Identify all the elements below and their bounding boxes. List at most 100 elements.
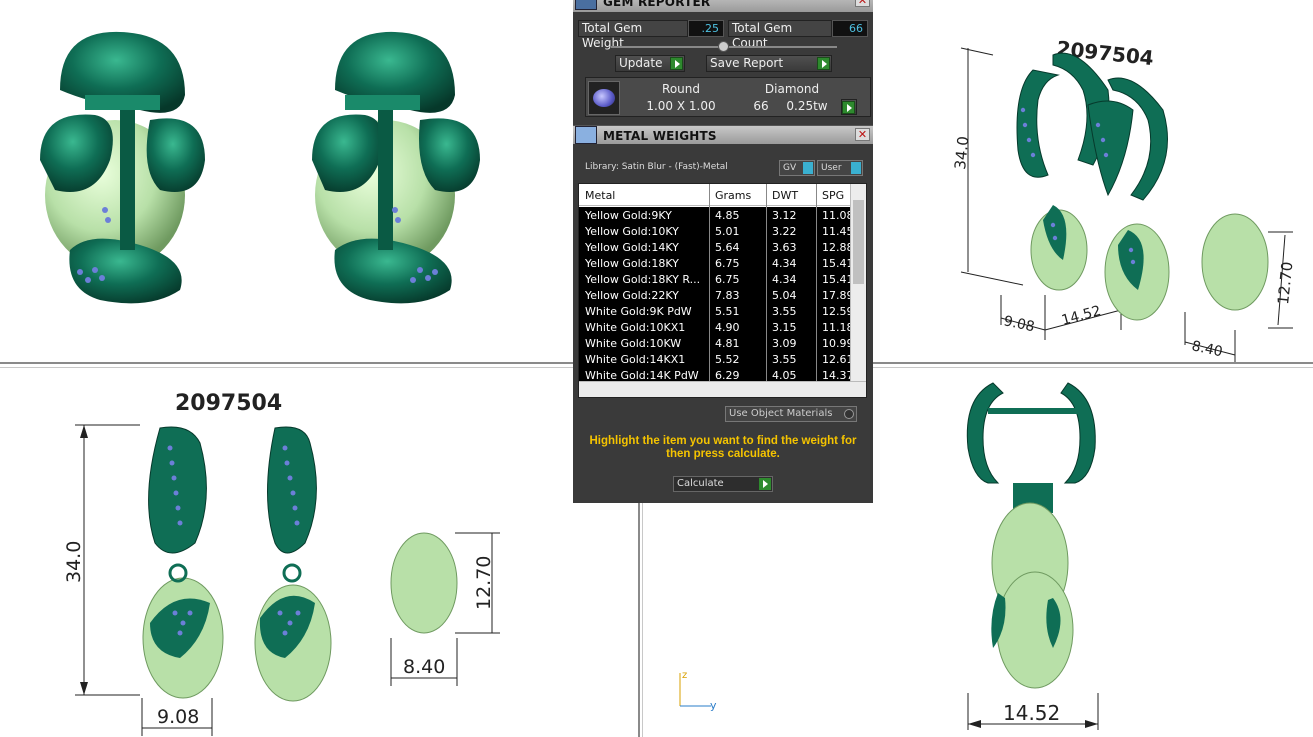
dim-pearl-h-label: 12.70 (1274, 261, 1296, 306)
gem-size: 1.00 X 1.00 (646, 99, 716, 113)
cell-metal: White Gold:10KX1 (585, 321, 686, 334)
user-toggle-label: User (821, 163, 842, 173)
earring-front-render (40, 31, 480, 304)
cell-grams: 4.81 (715, 337, 740, 350)
cell-metal: Yellow Gold:9KY (585, 209, 672, 222)
metal-weights-title: METAL WEIGHTS (603, 129, 717, 143)
col-metal[interactable]: Metal (585, 189, 615, 202)
cell-grams: 5.64 (715, 241, 740, 254)
gem-reporter-titlebar[interactable]: GEM REPORTER ✕ (573, 0, 873, 12)
gem-row-go-button[interactable] (841, 99, 857, 115)
table-row[interactable]: Yellow Gold:10KY 5.01 3.22 11.45 (579, 223, 854, 239)
loose-pearl-bl (390, 532, 458, 634)
dim-pearl-w-label-bl: 8.40 (403, 656, 445, 678)
update-button[interactable]: Update (615, 55, 685, 72)
dim-pearl-h-label-bl: 12.70 (473, 556, 495, 610)
table-row[interactable]: White Gold:10KX1 4.90 3.15 11.18 (579, 319, 854, 335)
gem-summary-row[interactable]: Round 1.00 X 1.00 Diamond 66 0.25tw (585, 77, 871, 117)
gv-toggle-label: GV (783, 163, 797, 173)
cell-dwt: 3.22 (772, 225, 797, 238)
earring-side-render: 2097504 34.0 9.08 12.70 8.40 (63, 391, 500, 736)
cell-metal: Yellow Gold:22KY (585, 289, 679, 302)
gv-toggle[interactable]: GV (779, 160, 815, 176)
cell-grams: 6.75 (715, 257, 740, 270)
metal-weights-panel[interactable]: METAL WEIGHTS ✕ Library: Satin Blur - (F… (573, 125, 873, 503)
cell-metal: White Gold:10KW (585, 337, 682, 350)
viewport-top-left[interactable] (0, 0, 573, 362)
close-icon[interactable]: ✕ (855, 128, 870, 141)
earring-hoops (1016, 52, 1269, 321)
cell-metal: White Gold:9K PdW (585, 305, 692, 318)
dim-span-label: 14.52 (1060, 303, 1103, 329)
cell-dwt: 3.55 (772, 305, 797, 318)
metal-weights-titlebar[interactable]: METAL WEIGHTS ✕ (573, 126, 873, 144)
col-grams[interactable]: Grams (715, 189, 751, 202)
table-row[interactable]: Yellow Gold:22KY 7.83 5.04 17.89 (579, 287, 854, 303)
cell-metal: Yellow Gold:18KY R... (585, 273, 701, 286)
cell-metal: Yellow Gold:10KY (585, 225, 679, 238)
cell-dwt: 3.09 (772, 337, 797, 350)
table-row[interactable]: White Gold:14KX1 5.52 3.55 12.61 (579, 351, 854, 367)
table-header: Metal Grams DWT SPG (579, 184, 851, 206)
table-horizontal-scrollbar[interactable] (579, 381, 866, 397)
use-object-materials-toggle[interactable]: Use Object Materials (725, 406, 857, 422)
calculate-button-label: Calculate (677, 478, 724, 489)
col-divider (709, 184, 710, 381)
dim-height-label-bl: 34.0 (63, 541, 85, 583)
cell-metal: Yellow Gold:18KY (585, 257, 679, 270)
table-row[interactable]: White Gold:10KW 4.81 3.09 10.99 (579, 335, 854, 351)
gem-reporter-panel[interactable]: GEM REPORTER ✕ Total Gem Weight .25 Tota… (573, 0, 873, 126)
total-gem-count-value: 66 (832, 20, 868, 37)
axis-z-label: z (682, 670, 688, 681)
viewport-bottom-left[interactable]: 2097504 34.0 9.08 12.70 8.40 (0, 368, 638, 737)
use-object-materials-label: Use Object Materials (729, 408, 833, 419)
cell-grams: 4.85 (715, 209, 740, 222)
table-row[interactable]: Yellow Gold:9KY 4.85 3.12 11.08 (579, 207, 854, 223)
toggle-icon (803, 162, 813, 174)
metal-weights-table[interactable]: Metal Grams DWT SPG Yellow Gold:9KY 4.85 3… (578, 183, 867, 398)
calculate-hint: Highlight the item you want to find the … (589, 435, 857, 460)
play-icon (842, 101, 855, 114)
cell-grams: 4.90 (715, 321, 740, 334)
cell-metal: White Gold:14KX1 (585, 353, 686, 366)
earring-front-hoop (966, 382, 1096, 689)
user-toggle[interactable]: User (817, 160, 863, 176)
calculate-button[interactable]: Calculate (673, 476, 773, 492)
gem-slider-thumb[interactable] (718, 41, 729, 52)
dim-span-label-br: 14.52 (1003, 701, 1060, 725)
table-row[interactable]: Yellow Gold:18KY R... 6.75 4.34 15.41 (579, 271, 854, 287)
metal-weights-icon (575, 126, 597, 144)
dim-width-label-bl: 9.08 (157, 706, 199, 728)
table-vertical-scrollbar[interactable] (850, 184, 866, 381)
axis-y-label: y (710, 699, 717, 712)
earring-side-left (142, 426, 224, 699)
table-row[interactable]: White Gold:9K PdW 5.51 3.55 12.59 (579, 303, 854, 319)
scroll-thumb[interactable] (853, 200, 864, 284)
col-spg[interactable]: SPG (822, 189, 844, 202)
model-id-label-bl: 2097504 (175, 391, 282, 416)
toggle-icon (851, 162, 861, 174)
round-gem-icon (588, 81, 620, 115)
cell-grams: 6.75 (715, 273, 740, 286)
cell-grams: 5.51 (715, 305, 740, 318)
loose-pearl (1201, 213, 1269, 311)
dim-width-label: 9.08 (1002, 313, 1036, 335)
col-dwt[interactable]: DWT (772, 189, 798, 202)
cell-metal: Yellow Gold:14KY (585, 241, 679, 254)
total-gem-weight-label: Total Gem Weight (578, 20, 688, 50)
dim-height-label: 34.0 (951, 135, 972, 170)
save-report-button[interactable]: Save Report (706, 55, 832, 72)
table-row[interactable]: Yellow Gold:18KY 6.75 4.34 15.41 (579, 255, 854, 271)
earring-right (312, 31, 480, 304)
cell-dwt: 3.55 (772, 353, 797, 366)
table-row[interactable]: Yellow Gold:14KY 5.64 3.63 12.88 (579, 239, 854, 255)
cell-grams: 5.01 (715, 225, 740, 238)
viewport-top-right[interactable]: 2097504 34.0 9.08 14.52 12.70 8.40 (873, 0, 1313, 362)
earring-side-right (254, 426, 332, 702)
close-icon[interactable]: ✕ (855, 0, 870, 7)
gem-shape: Round (662, 82, 700, 96)
col-divider (766, 184, 767, 381)
col-divider (816, 184, 817, 381)
library-label: Library: Satin Blur - (Fast)-Metal (585, 162, 728, 172)
cell-grams: 5.52 (715, 353, 740, 366)
